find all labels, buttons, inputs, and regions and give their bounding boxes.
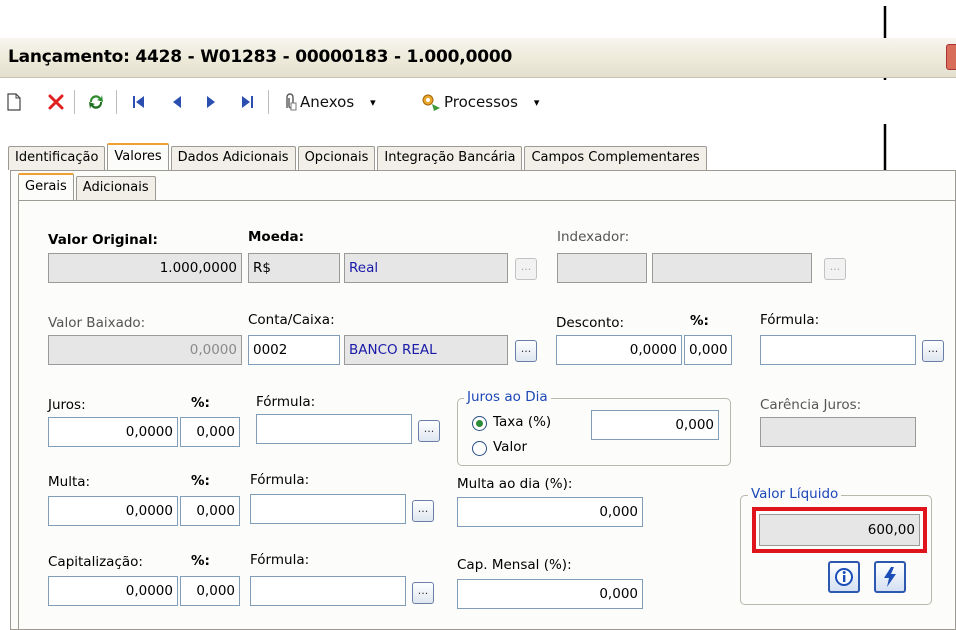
valor-baixado-field: 0,0000 (48, 335, 242, 365)
formula-juros-label: Fórmula: (256, 394, 316, 410)
refresh-icon[interactable] (84, 90, 108, 114)
toolbar-separator (74, 90, 75, 114)
indexador-lookup-button[interactable]: ... (824, 258, 846, 280)
lightning-calc-icon[interactable] (874, 561, 906, 593)
multa-pct-field[interactable]: 0,000 (180, 496, 240, 526)
formula-multa-button[interactable]: ... (412, 500, 434, 522)
juros-pct-label: %: (191, 395, 210, 411)
juros-label: Juros: (48, 397, 86, 413)
taxa-radio[interactable] (472, 416, 487, 431)
toolbar-separator (116, 90, 117, 114)
juros-pct-field[interactable]: 0,000 (180, 417, 240, 447)
close-button[interactable] (946, 44, 956, 70)
formula-multa-label: Fórmula: (250, 472, 310, 488)
conta-caixa-lookup-button[interactable]: ... (515, 340, 537, 362)
conta-caixa-code-field[interactable]: 0002 (248, 335, 340, 365)
subtab-gerais[interactable]: Gerais (18, 173, 74, 200)
valor-radio[interactable] (472, 441, 487, 456)
tab-dados-adicionais[interactable]: Dados Adicionais (170, 146, 296, 170)
processos-menu-button[interactable]: Processos ▾ (420, 90, 570, 114)
info-icon[interactable] (828, 561, 860, 593)
chevron-down-icon: ▾ (370, 95, 376, 109)
tab-valores[interactable]: Valores (107, 143, 169, 170)
capitalizacao-value-field[interactable]: 0,0000 (48, 576, 178, 606)
formula-desconto-label: Fórmula: (760, 312, 820, 328)
capitalizacao-pct-label: %: (191, 553, 210, 569)
anexos-label: Anexos (300, 93, 355, 111)
indexador-name-field (652, 253, 812, 283)
gear-process-icon (422, 94, 440, 111)
window-titlebar: Lançamento: 4428 - W01283 - 00000183 - 1… (0, 38, 956, 78)
cap-mensal-label: Cap. Mensal (%): (457, 557, 572, 573)
sub-tab-strip: Gerais Adicionais (18, 173, 158, 200)
formula-multa-field[interactable] (250, 494, 406, 524)
main-tab-strip: Identificação Valores Dados Adicionais O… (8, 143, 709, 170)
moeda-label: Moeda: (248, 229, 305, 245)
indexador-label: Indexador: (557, 229, 630, 245)
desconto-value-field[interactable]: 0,0000 (556, 335, 682, 365)
formula-cap-label: Fórmula: (250, 552, 310, 568)
valor-radio-label: Valor (493, 439, 528, 455)
carencia-juros-label: Carência Juros: (760, 397, 862, 413)
multa-value-field[interactable]: 0,0000 (48, 496, 178, 526)
juros-ao-dia-field[interactable]: 0,000 (591, 410, 719, 440)
juros-value-field[interactable]: 0,0000 (48, 417, 178, 447)
valor-original-field[interactable]: 1.000,0000 (48, 253, 242, 283)
formula-juros-field[interactable] (256, 414, 412, 444)
anexos-menu-button[interactable]: Anexos ▾ (282, 90, 402, 114)
desconto-label: Desconto: (556, 315, 625, 331)
indexador-code-field[interactable] (557, 253, 647, 283)
moeda-lookup-button[interactable]: ... (515, 258, 537, 280)
taxa-radio-label: Taxa (%) (493, 414, 552, 430)
processos-label: Processos (444, 93, 518, 111)
valor-liquido-legend: Valor Líquido (748, 486, 842, 502)
valor-baixado-label: Valor Baixado: (48, 315, 146, 331)
paperclip-icon (286, 93, 297, 111)
conta-caixa-name-field: BANCO REAL (344, 335, 508, 365)
toolbar-separator (268, 90, 269, 114)
cap-mensal-field[interactable]: 0,000 (457, 579, 643, 609)
valor-liquido-field: 600,00 (759, 514, 920, 546)
next-record-icon[interactable] (200, 90, 222, 114)
tab-integracao-bancaria[interactable]: Integração Bancária (377, 146, 523, 170)
multa-ao-dia-field[interactable]: 0,000 (457, 497, 643, 527)
subtab-adicionais[interactable]: Adicionais (75, 176, 156, 200)
window-title: Lançamento: 4428 - W01283 - 00000183 - 1… (8, 47, 513, 67)
capitalizacao-label: Capitalização: (48, 554, 143, 570)
delete-x-icon[interactable] (44, 90, 68, 114)
desconto-pct-label: %: (690, 313, 709, 329)
moeda-code-field[interactable]: R$ (248, 253, 340, 283)
toolbar: Anexos ▾ Processos ▾ (0, 80, 956, 124)
formula-cap-field[interactable] (250, 576, 406, 606)
formula-desconto-field[interactable] (760, 335, 916, 365)
formula-desconto-button[interactable]: ... (922, 340, 944, 362)
new-document-icon[interactable] (4, 90, 24, 114)
formula-juros-button[interactable]: ... (418, 420, 440, 442)
multa-pct-label: %: (191, 473, 210, 489)
conta-caixa-label: Conta/Caixa: (248, 312, 335, 328)
multa-label: Multa: (48, 474, 91, 490)
first-record-icon[interactable] (128, 90, 150, 114)
last-record-icon[interactable] (236, 90, 258, 114)
valor-original-label: Valor Original: (48, 232, 158, 248)
tab-identificacao[interactable]: Identificação (8, 146, 106, 170)
carencia-juros-field (760, 417, 916, 447)
previous-record-icon[interactable] (166, 90, 188, 114)
moeda-name-field: Real (344, 253, 508, 283)
chevron-down-icon: ▾ (533, 95, 540, 109)
desconto-pct-field[interactable]: 0,000 (684, 335, 732, 365)
formula-cap-button[interactable]: ... (412, 582, 434, 604)
tab-opcionais[interactable]: Opcionais (297, 146, 376, 170)
tab-campos-complementares[interactable]: Campos Complementares (524, 146, 707, 170)
juros-ao-dia-legend: Juros ao Dia (464, 389, 551, 405)
capitalizacao-pct-field[interactable]: 0,000 (180, 576, 240, 606)
multa-ao-dia-label: Multa ao dia (%): (457, 476, 573, 492)
